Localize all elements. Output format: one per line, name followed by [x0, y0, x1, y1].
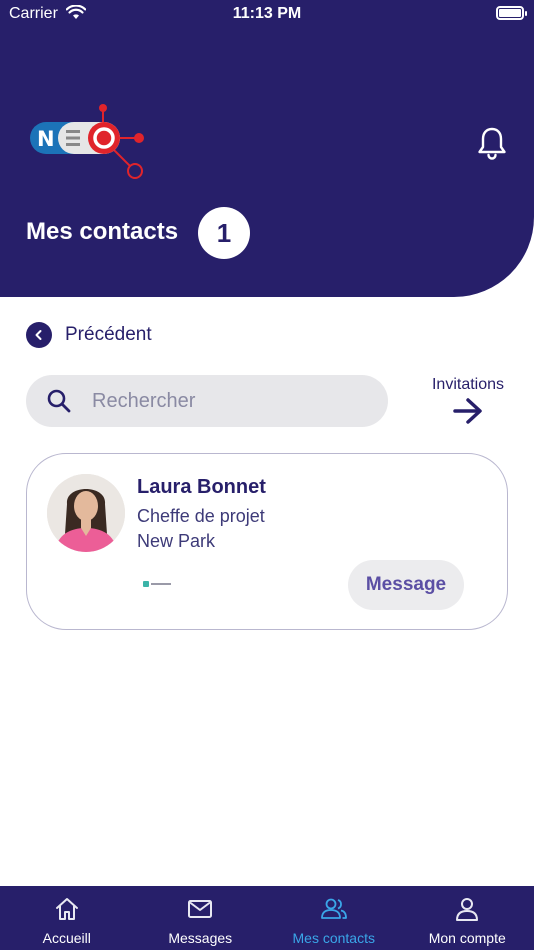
arrow-right-icon [453, 398, 482, 424]
status-bar: Carrier 11:13 PM [0, 0, 534, 28]
contact-name: Laura Bonnet [137, 476, 266, 498]
invitations-label: Invitations [431, 376, 505, 393]
back-label: Précédent [65, 324, 152, 345]
search-input[interactable] [92, 375, 372, 427]
search-icon [47, 389, 71, 413]
message-button[interactable]: Message [348, 560, 464, 610]
neo-logo: N [30, 104, 144, 179]
svg-text:N: N [37, 127, 55, 151]
contact-count-badge: 1 [198, 207, 250, 259]
back-icon [26, 322, 52, 348]
home-icon [55, 898, 78, 920]
page-title: Mes contacts [26, 218, 179, 245]
contacts-icon [320, 898, 347, 919]
contact-card[interactable]: Laura Bonnet Cheffe de projet New Park M… [26, 453, 508, 630]
tab-label: Mon compte [428, 930, 506, 946]
user-icon [456, 898, 479, 921]
avatar [47, 474, 125, 552]
tab-messages[interactable]: Messages [134, 886, 268, 950]
tab-mes-contacts[interactable]: Mes contacts [267, 886, 401, 950]
mail-icon [188, 900, 213, 918]
search-bar[interactable] [26, 375, 388, 427]
back-button[interactable]: Précédent [26, 322, 152, 348]
tab-label: Mes contacts [292, 930, 375, 946]
tab-bar: Accueill Messages Mes contacts Mon compt… [0, 886, 534, 950]
tab-label: Messages [168, 930, 233, 946]
tab-mon-compte[interactable]: Mon compte [401, 886, 534, 950]
contact-role: Cheffe de projet [137, 506, 265, 526]
header: Carrier 11:13 PM N Mes contacts 1 [0, 0, 534, 297]
tab-label: Accueill [42, 930, 91, 946]
battery-icon [496, 6, 527, 20]
company-logo [143, 581, 171, 587]
invitations-link[interactable]: Invitations [420, 376, 516, 429]
clock: 11:13 PM [232, 5, 302, 22]
contact-company: New Park [137, 531, 216, 551]
bell-icon[interactable] [476, 126, 508, 160]
tab-accueil[interactable]: Accueill [0, 886, 134, 950]
